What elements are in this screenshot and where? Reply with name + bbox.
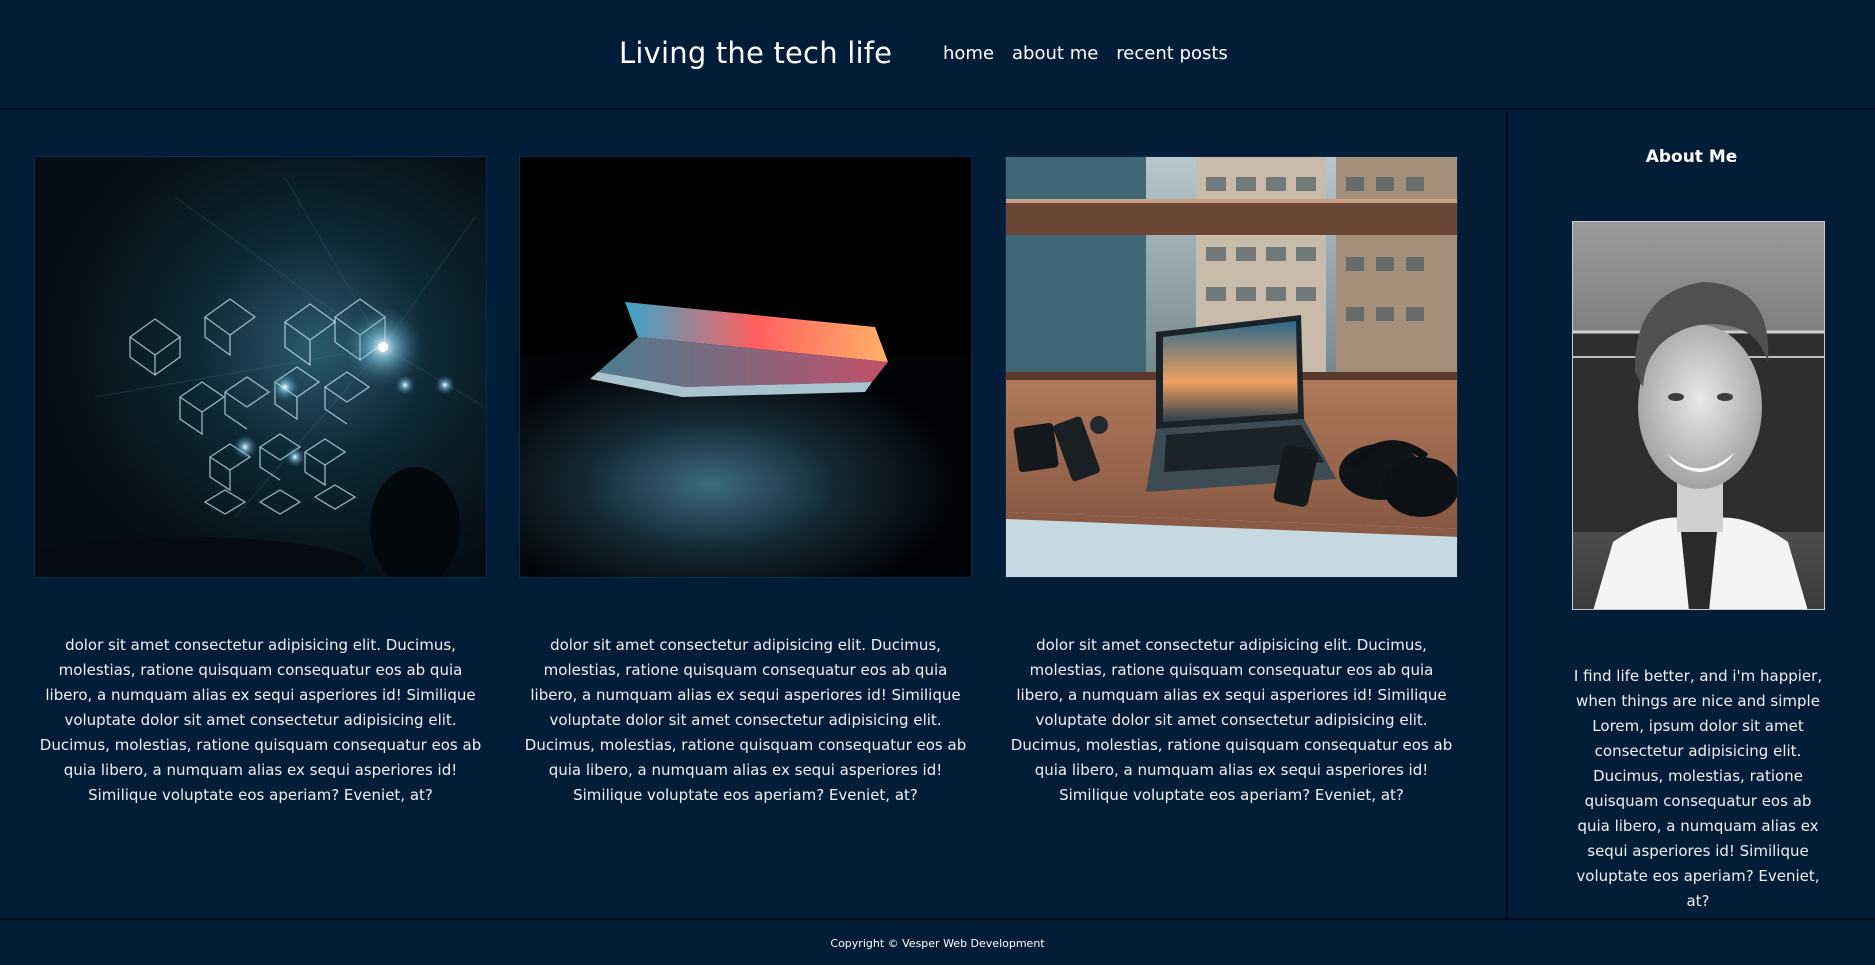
post-image-desk-setup[interactable] — [1005, 156, 1458, 578]
nav-recent-posts-link[interactable]: recent posts — [1116, 43, 1228, 64]
main-nav: home about me recent posts — [943, 43, 1228, 64]
post-card: dolor sit amet consectetur adipisicing e… — [34, 156, 487, 808]
post-card: dolor sit amet consectetur adipisicing e… — [1005, 156, 1458, 808]
about-sidebar: About Me I find life better, and i'm hap… — [1506, 112, 1875, 918]
nav-about-me-link[interactable]: about me — [1012, 43, 1098, 64]
copyright-text: Copyright © Vesper Web Development — [830, 937, 1045, 950]
site-title[interactable]: Living the tech life — [619, 36, 892, 70]
site-header: Living the tech life home about me recen… — [0, 0, 1875, 110]
posts-area: dolor sit amet consectetur adipisicing e… — [0, 112, 1506, 918]
post-excerpt: dolor sit amet consectetur adipisicing e… — [39, 636, 482, 804]
post-image-laptop[interactable] — [519, 156, 972, 578]
nav-home-link[interactable]: home — [943, 43, 994, 64]
post-image-concert[interactable] — [34, 156, 487, 578]
post-card: dolor sit amet consectetur adipisicing e… — [519, 156, 972, 808]
profile-photo — [1572, 221, 1825, 610]
sidebar-title: About Me — [1645, 147, 1738, 167]
post-excerpt: dolor sit amet consectetur adipisicing e… — [524, 636, 967, 804]
about-text: I find life better, and i'm happier, whe… — [1573, 667, 1823, 910]
post-excerpt: dolor sit amet consectetur adipisicing e… — [1010, 636, 1453, 804]
site-footer: Copyright © Vesper Web Development — [0, 918, 1875, 965]
